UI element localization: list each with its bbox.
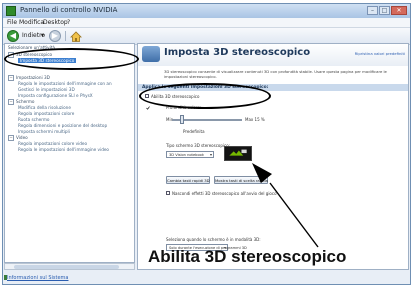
- menu-bar: File Modifica Desktop ?: [3, 18, 410, 28]
- title-bar[interactable]: Pannello di controllo NVIDIA – □ ✕: [3, 4, 410, 18]
- menu-desktop[interactable]: Desktop: [43, 19, 68, 26]
- minimize-button[interactable]: –: [367, 6, 378, 15]
- display-type-value: 3D Vision notebook: [169, 153, 204, 157]
- display-type-label: Tipo schermo 3D stereoscopico:: [166, 143, 231, 148]
- tree-item-rotate[interactable]: Ruota schermo: [18, 117, 49, 122]
- nvidia-app-icon: [6, 6, 16, 16]
- collapse-icon[interactable]: −: [8, 75, 14, 81]
- depth-slider-thumb[interactable]: [180, 115, 184, 124]
- 3d-vision-preview-image: [224, 146, 252, 161]
- tree-item-manage-3d[interactable]: Gestisci le impostazioni 3D: [18, 87, 75, 92]
- highlight-oval-sidebar: [4, 48, 139, 70]
- page-description: 3D stereoscopico consente di visualizzar…: [164, 69, 387, 79]
- back-dropdown-icon[interactable]: ▾: [41, 32, 44, 39]
- callout-caption: Abilita 3D stereoscopico: [148, 247, 347, 266]
- collapse-icon[interactable]: −: [8, 99, 14, 105]
- system-info-link[interactable]: Informazioni sul Sistema: [7, 275, 68, 281]
- page-title: Imposta 3D stereoscopico: [164, 47, 311, 58]
- back-button[interactable]: ◀: [7, 30, 19, 42]
- menu-file[interactable]: File: [7, 19, 17, 26]
- page-header: Imposta 3D stereoscopico Ripristina valo…: [138, 44, 408, 66]
- menu-edit[interactable]: Modifica: [19, 19, 44, 26]
- toolbar-separator: [65, 31, 66, 41]
- tree-label: Video: [16, 135, 28, 140]
- change-hotkeys-button[interactable]: Cambia tasti rapidi 3D: [166, 176, 210, 184]
- window-title: Pannello di controllo NVIDIA: [20, 6, 118, 14]
- tree-item-video-color[interactable]: Regola impostazioni colore video: [18, 141, 87, 146]
- menu-help[interactable]: ?: [67, 19, 70, 26]
- tree-item-color-settings[interactable]: Regola impostazioni colore: [18, 111, 74, 116]
- collapse-icon[interactable]: −: [8, 135, 14, 141]
- maximize-button[interactable]: □: [379, 6, 390, 15]
- sidebar-horizontal-scrollbar[interactable]: [4, 263, 135, 270]
- hide-effects-label[interactable]: Nascondi effetti 3D stereoscopico all'av…: [172, 191, 277, 196]
- depth-value-label: Predefinita: [183, 129, 205, 134]
- tree-item-resolution[interactable]: Modifica della risoluzione: [18, 105, 71, 110]
- check-mark-icon: [146, 106, 150, 110]
- hide-effects-checkbox[interactable]: [166, 191, 170, 195]
- restore-defaults-link[interactable]: Ripristina valori predefiniti: [355, 51, 405, 56]
- tree-item-desktop-size[interactable]: Regola dimensioni e posizione del deskto…: [18, 123, 107, 128]
- when-label: Seleziona quando lo schermo è in modalit…: [166, 237, 261, 242]
- tree-label: Schermo: [16, 99, 35, 104]
- main-content-panel: Imposta 3D stereoscopico Ripristina valo…: [137, 43, 409, 270]
- stereo-3d-icon: [142, 46, 160, 62]
- tree-item-video-image[interactable]: Regola le impostazioni dell'immagine vid…: [18, 147, 109, 152]
- dropdown-arrow-icon: ▾: [209, 152, 212, 157]
- depth-max-label: Max 15 %: [245, 117, 265, 122]
- task-sidebar: Selezionare un'attività... −3D stereosco…: [4, 43, 135, 263]
- close-button[interactable]: ✕: [391, 6, 407, 15]
- window-buttons: – □ ✕: [366, 6, 407, 16]
- tree-item-sli-physx[interactable]: Imposta configurazione SLI e PhysX: [18, 93, 93, 98]
- display-type-select[interactable]: 3D Vision notebook ▾: [166, 151, 214, 158]
- show-hotkeys-button[interactable]: Mostra tasti di scelta rapida: [214, 176, 268, 184]
- tree-item-image-settings[interactable]: Regola le impostazioni dell'immagine con…: [18, 81, 112, 86]
- home-icon[interactable]: [70, 31, 82, 42]
- forward-button[interactable]: ▶: [49, 30, 61, 42]
- scrollbar-thumb[interactable]: [14, 265, 119, 269]
- highlight-oval-enable-option: [139, 83, 271, 109]
- tree-item-multiple-displays[interactable]: Imposta schermi multipli: [18, 129, 70, 134]
- tree-label: Impostazioni 3D: [16, 75, 50, 80]
